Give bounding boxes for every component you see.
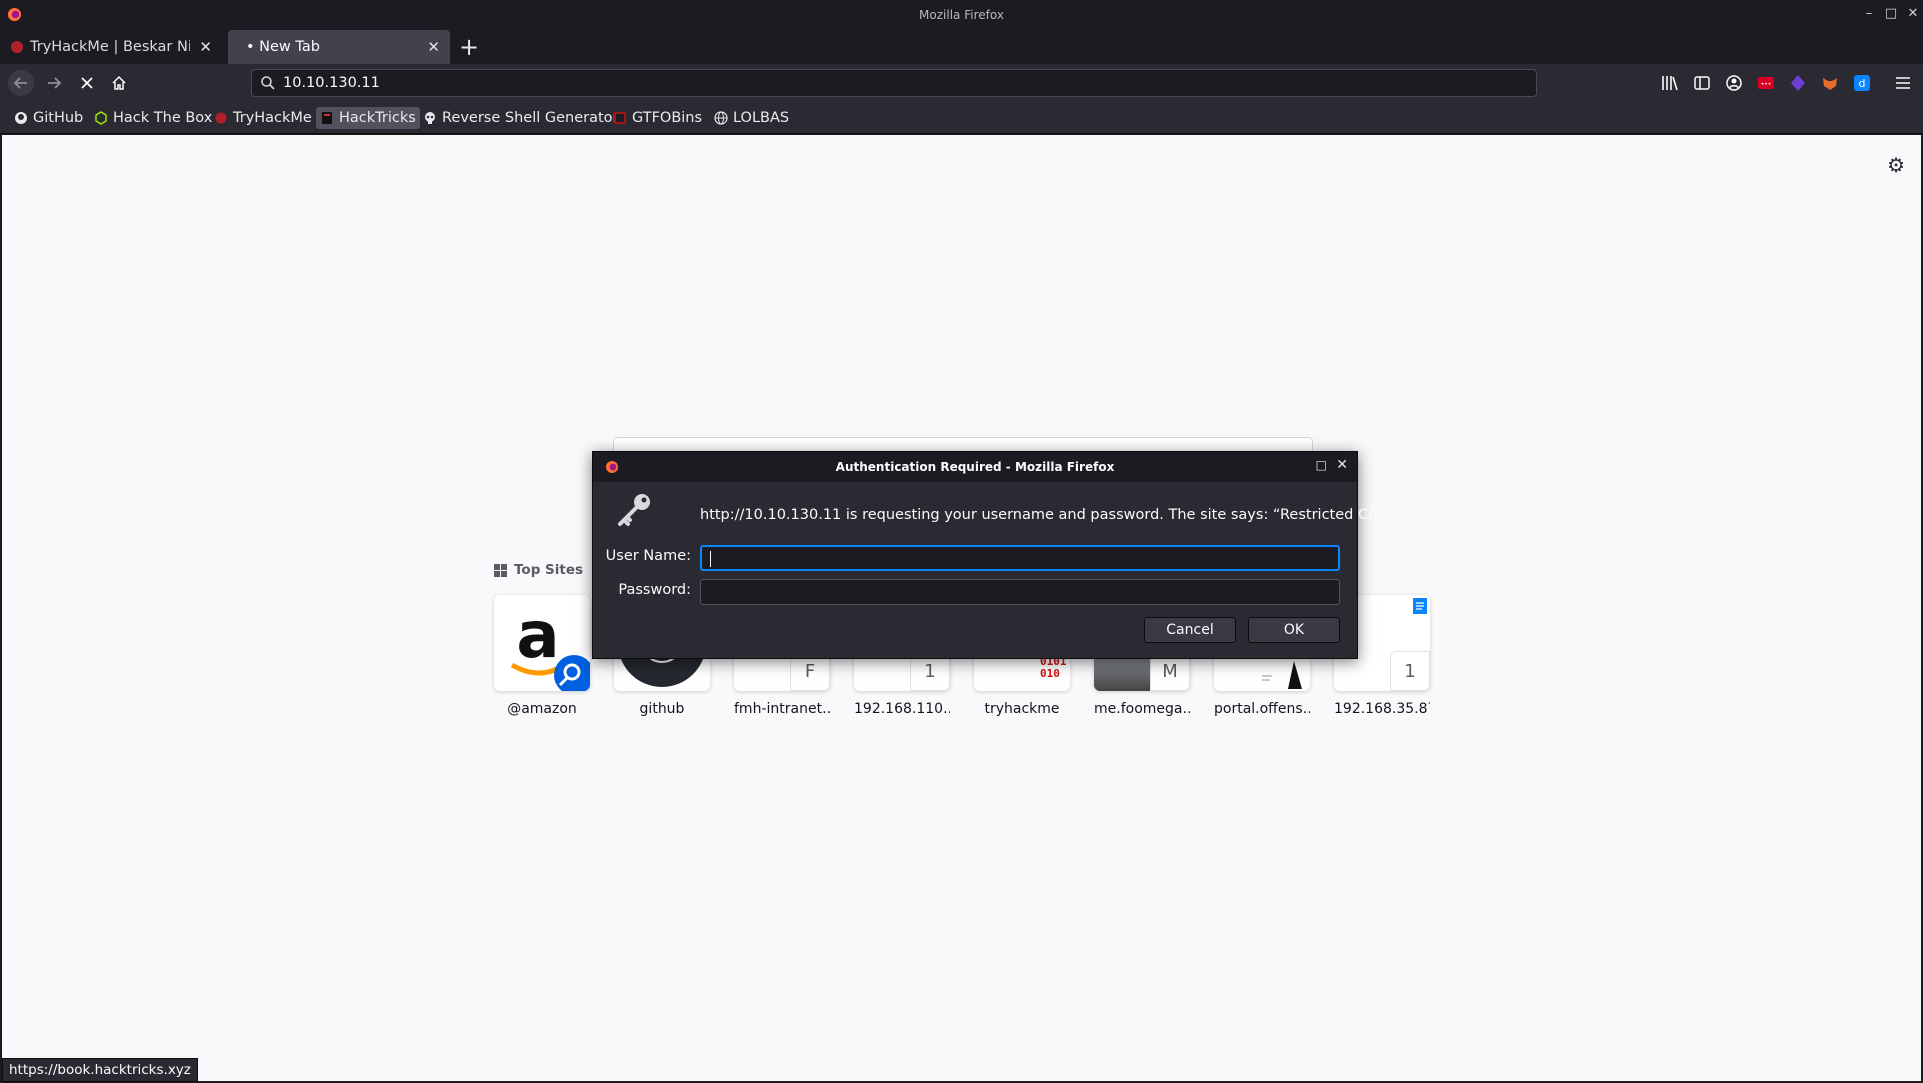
tab-label: TryHackMe | Beskar Nigh xyxy=(30,39,190,55)
dialog-titlebar: Authentication Required - Mozilla Firefo… xyxy=(593,452,1357,482)
bookmark-hacktricks[interactable]: HackTricks xyxy=(316,107,420,129)
sidebar-icon[interactable] xyxy=(1693,74,1711,92)
tile-letter: 1 xyxy=(1390,651,1430,691)
back-button[interactable] xyxy=(8,70,34,96)
bookmark-tryhackme[interactable]: TryHackMe xyxy=(210,107,316,129)
key-icon xyxy=(618,494,650,526)
forward-button[interactable] xyxy=(41,70,67,96)
bookmark-github[interactable]: GitHub xyxy=(10,107,87,129)
maximize-icon[interactable]: □ xyxy=(1883,6,1899,21)
search-icon xyxy=(261,76,275,90)
stop-button[interactable] xyxy=(74,70,100,96)
ok-button[interactable]: OK xyxy=(1248,617,1340,643)
bookmark-hack-the-box[interactable]: Hack The Box xyxy=(90,107,216,129)
bookmark-label: GTFOBins xyxy=(632,110,703,126)
url-bar[interactable]: 10.10.130.11 xyxy=(251,69,1537,97)
stop-x-icon xyxy=(81,77,93,89)
top-site-tile[interactable]: a @amazon xyxy=(494,595,590,717)
dialog-maximize-icon[interactable]: □ xyxy=(1316,458,1327,472)
extension-fox-icon[interactable] xyxy=(1821,74,1839,92)
top-sites-heading: Top Sites xyxy=(494,562,583,578)
tile-label: 192.168.110.… xyxy=(854,701,950,717)
close-window-icon[interactable]: ✕ xyxy=(1905,6,1921,21)
password-input[interactable] xyxy=(700,579,1340,605)
password-label: Password: xyxy=(618,582,691,598)
extension-red-icon[interactable]: ••• xyxy=(1757,74,1775,92)
dialog-title: Authentication Required - Mozilla Firefo… xyxy=(835,460,1115,474)
new-tab-button[interactable]: + xyxy=(458,33,480,61)
tab-strip: TryHackMe | Beskar Nigh ✕ • New Tab ✕ + xyxy=(0,30,1923,64)
tryhackme-icon xyxy=(11,41,23,53)
bookmark-label: LOLBAS xyxy=(733,110,790,126)
tile-label: github xyxy=(639,701,685,717)
search-box[interactable] xyxy=(613,437,1313,451)
window-title: Mozilla Firefox xyxy=(919,8,1004,22)
skull-icon xyxy=(425,112,435,124)
status-bar: https://book.hacktricks.xyz xyxy=(2,1058,198,1082)
forward-arrow-icon xyxy=(48,77,62,89)
home-icon xyxy=(112,75,126,90)
tile-label: portal.offens… xyxy=(1214,701,1310,717)
document-icon xyxy=(1413,598,1427,614)
htb-cube-icon xyxy=(95,111,107,125)
tile-label: @amazon xyxy=(507,701,577,717)
back-arrow-icon xyxy=(13,77,27,89)
minimize-icon[interactable]: – xyxy=(1861,6,1877,21)
bookmark-reverse-shell-generator[interactable]: Reverse Shell Generator xyxy=(419,107,623,129)
top-sites-label: Top Sites xyxy=(514,562,584,578)
bookmark-label: TryHackMe xyxy=(233,110,312,126)
svg-text:•••: ••• xyxy=(1761,81,1772,88)
tile-label: 192.168.35.87 xyxy=(1334,701,1430,717)
bookmark-label: Hack The Box xyxy=(113,110,213,126)
svg-text:d: d xyxy=(1859,77,1866,90)
window-titlebar: Mozilla Firefox – □ ✕ xyxy=(0,0,1923,30)
tile-label: fmh-intranet… xyxy=(734,701,830,717)
username-label: User Name: xyxy=(605,548,691,564)
bookmark-lolbas[interactable]: LOLBAS xyxy=(710,107,793,129)
tab-new-tab[interactable]: • New Tab ✕ xyxy=(228,30,450,64)
tryhackme-icon xyxy=(215,112,227,124)
bookmark-label: Reverse Shell Generator xyxy=(442,110,619,126)
text-caret xyxy=(710,551,711,567)
close-tab-icon[interactable]: ✕ xyxy=(199,38,212,56)
extension-purple-icon[interactable] xyxy=(1789,74,1807,92)
auth-dialog: Authentication Required - Mozilla Firefo… xyxy=(592,451,1423,659)
nav-bar: 10.10.130.11 ••• d xyxy=(0,64,1923,102)
globe-icon xyxy=(714,111,728,125)
amazon-logo-icon: a xyxy=(510,599,590,691)
bookmark-gtfobins[interactable]: GTFOBins xyxy=(609,107,706,129)
close-tab-icon[interactable]: ✕ xyxy=(427,38,440,56)
tab-tryhackme[interactable]: TryHackMe | Beskar Nigh ✕ xyxy=(6,30,222,64)
bookmark-label: HackTricks xyxy=(339,110,416,126)
cancel-button[interactable]: Cancel xyxy=(1144,617,1236,643)
svg-text:a: a xyxy=(516,599,559,673)
username-input[interactable] xyxy=(700,545,1340,571)
extension-blue-icon[interactable]: d xyxy=(1853,74,1871,92)
menu-icon[interactable] xyxy=(1894,74,1912,92)
bookmark-label: GitHub xyxy=(33,110,84,126)
library-icon[interactable] xyxy=(1661,74,1679,92)
account-icon[interactable] xyxy=(1725,74,1743,92)
dialog-close-icon[interactable]: ✕ xyxy=(1336,457,1348,473)
url-text: 10.10.130.11 xyxy=(283,75,380,91)
github-icon xyxy=(15,112,27,124)
tile-label: tryhackme xyxy=(984,701,1060,717)
tile-label: me.foomega… xyxy=(1094,701,1190,717)
bookmarks-toolbar: GitHub Hack The Box TryHackMe HackTricks… xyxy=(0,102,1923,134)
hacktricks-icon xyxy=(322,112,332,124)
gtfobins-icon xyxy=(614,112,626,124)
screenshot-thumbnail xyxy=(1094,655,1154,691)
home-button[interactable] xyxy=(106,70,132,96)
tab-label: • New Tab xyxy=(246,39,320,55)
svg-text:010: 010 xyxy=(1040,667,1060,680)
gear-icon[interactable]: ⚙ xyxy=(1887,153,1905,177)
tile-thumbnail: a xyxy=(494,595,590,691)
grid-icon xyxy=(494,563,507,577)
dialog-message: http://10.10.130.11 is requesting your u… xyxy=(700,507,1424,523)
